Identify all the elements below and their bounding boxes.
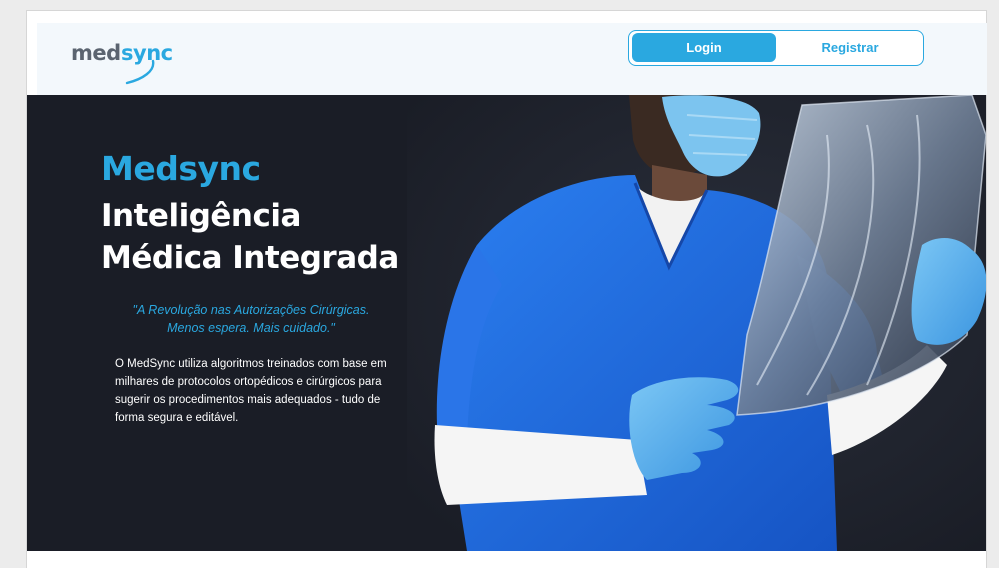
doctor-xray-image [407,95,986,551]
hero-subtitle-line2: Médica Integrada [101,240,399,276]
login-button[interactable]: Login [632,33,776,62]
hero-subtitle-line1: Inteligência [101,198,301,234]
top-header: med sync Login Registrar [37,23,987,95]
medsync-logo[interactable]: med sync [71,39,191,93]
auth-toggle: Login Registrar [628,30,924,66]
hero-banner: Medsync Inteligência Médica Integrada "A… [27,95,986,551]
logo-text-med: med [71,41,121,65]
page-frame: med sync Login Registrar Medsync Intelig… [26,10,987,568]
hero-subtitle: Inteligência Médica Integrada [101,195,431,279]
hero-quote-line1: "A Revolução nas Autorizações Cirúrgicas… [132,303,370,317]
hero-brand-title: Medsync [101,149,261,188]
hero-quote-line2: Menos espera. Mais cuidado." [167,321,335,335]
hero-description: O MedSync utiliza algoritmos treinados c… [115,358,387,424]
logo-swoosh-icon [125,59,155,85]
hero-text-block: Medsync Inteligência Médica Integrada "A… [101,149,431,439]
hero-quote: "A Revolução nas Autorizações Cirúrgicas… [101,301,401,337]
register-button[interactable]: Registrar [779,33,921,62]
